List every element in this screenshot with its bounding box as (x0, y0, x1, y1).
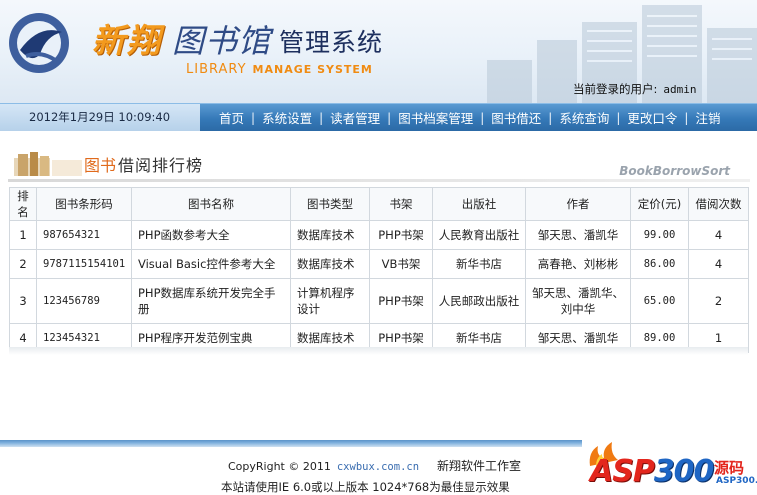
nav-separator: | (319, 110, 324, 125)
table-row: 3 123456789 PHP数据库系统开发完全手册 计算机程序设计 PHP书架… (9, 278, 749, 324)
browser-tip: 本站请使用IE 6.0或以上版本 1024*768为最佳显示效果 (221, 480, 510, 494)
section-english-title: BookBorrowSort (619, 164, 730, 178)
price-cell: 86.00 (630, 249, 689, 279)
copyright-line: CopyRight © 2011 cxwbux.com.cn 新翔软件工作室 (228, 457, 521, 474)
section-title-highlight: 图书 (84, 156, 117, 175)
rank-cell: 3 (9, 278, 37, 324)
subtitle-system: MANAGE SYSTEM (252, 63, 373, 76)
nav-menu: 首页 | 系统设置 | 读者管理 | 图书档案管理 | 图书借还 | 系统查询 … (212, 104, 727, 131)
studio-name: 新翔软件工作室 (437, 459, 522, 473)
column-header: 出版社 (432, 187, 526, 221)
borrow-ranking-table: 排名 图书条形码 图书名称 图书类型 书架 出版社 作者 定价(元) 借阅次数 … (9, 187, 749, 353)
nav-item-system-query[interactable]: 系统查询 (552, 108, 616, 127)
table-header-row: 排名 图书条形码 图书名称 图书类型 书架 出版社 作者 定价(元) 借阅次数 (9, 187, 749, 221)
publisher-cell: 人民邮政出版社 (432, 278, 526, 324)
watermark-num-text: 300 (653, 454, 715, 489)
system-logo-title: 新翔 图书馆 管理系统 (92, 18, 383, 62)
nav-item-system-settings[interactable]: 系统设置 (255, 108, 319, 127)
nav-item-reader-management[interactable]: 读者管理 (323, 108, 387, 127)
rank-cell: 1 (9, 220, 37, 250)
nav-item-book-archive[interactable]: 图书档案管理 (391, 108, 480, 127)
brand-name: 新翔 (92, 21, 162, 60)
nav-separator: | (480, 110, 485, 125)
login-label: 当前登录的用户: (573, 82, 658, 96)
publisher-cell: 新华书店 (432, 249, 526, 279)
nav-item-logout[interactable]: 注销 (688, 108, 727, 127)
copyright-text: CopyRight © 2011 (228, 460, 331, 473)
table-shadow (9, 347, 748, 355)
library-name: 图书馆 (172, 22, 272, 60)
watermark-asp: ASP300 (590, 454, 715, 489)
nav-item-home[interactable]: 首页 (212, 108, 251, 127)
book-name-cell: PHP函数参考大全 (131, 220, 291, 250)
login-user: admin (663, 83, 697, 96)
nav-separator: | (387, 110, 392, 125)
book-type-cell: 计算机程序设计 (290, 278, 370, 324)
nav-separator: | (251, 110, 256, 125)
column-header: 作者 (525, 187, 631, 221)
site-link[interactable]: cxwbux.com.cn (337, 461, 419, 473)
barcode-cell: 987654321 (36, 220, 132, 250)
book-type-cell: 数据库技术 (290, 220, 370, 250)
book-name-cell: PHP数据库系统开发完全手册 (131, 278, 291, 324)
system-name: 管理系统 (279, 28, 384, 57)
author-cell: 邹天思、潘凯华、刘中华 (525, 278, 631, 324)
rank-cell: 2 (9, 249, 37, 279)
bookshelf-cell: PHP书架 (369, 278, 433, 324)
footer-divider (0, 440, 582, 447)
nav-item-borrow-return[interactable]: 图书借还 (484, 108, 548, 127)
nav-separator: | (548, 110, 553, 125)
section-header: 图书 借阅排行榜 BookBorrowSort (8, 146, 750, 182)
column-header: 排名 (9, 187, 37, 221)
watermark-domain: ASP300.com (716, 476, 757, 486)
header-banner: 新翔 图书馆 管理系统 LIBRARY MANAGE SYSTEM 当前登录的用户… (0, 0, 757, 103)
system-subtitle: LIBRARY MANAGE SYSTEM (186, 62, 373, 77)
main-navbar: 2012年1月29日 10:09:40 首页 | 系统设置 | 读者管理 | 图… (0, 103, 757, 131)
library-emblem-icon (9, 13, 69, 73)
book-type-cell: 数据库技术 (290, 249, 370, 279)
table-row: 1 987654321 PHP函数参考大全 数据库技术 PHP书架 人民教育出版… (9, 220, 749, 250)
borrow-count-cell: 2 (688, 278, 749, 324)
column-header: 图书名称 (131, 187, 291, 221)
watermark-cn: 源码 (714, 459, 745, 477)
price-cell: 65.00 (630, 278, 689, 324)
current-datetime: 2012年1月29日 10:09:40 (0, 104, 200, 131)
nav-item-change-password[interactable]: 更改口令 (620, 108, 684, 127)
column-header: 图书条形码 (36, 187, 132, 221)
barcode-cell: 123456789 (36, 278, 132, 324)
column-header: 图书类型 (290, 187, 370, 221)
column-header: 定价(元) (630, 187, 689, 221)
borrow-count-cell: 4 (688, 220, 749, 250)
login-info: 当前登录的用户: admin (573, 81, 697, 97)
barcode-cell: 9787115154101 (36, 249, 132, 279)
book-name-cell: Visual Basic控件参考大全 (131, 249, 291, 279)
watermark-asp-text: ASP (590, 454, 655, 489)
bookshelf-cell: PHP书架 (369, 220, 433, 250)
publisher-cell: 人民教育出版社 (432, 220, 526, 250)
column-header: 书架 (369, 187, 433, 221)
table-row: 2 9787115154101 Visual Basic控件参考大全 数据库技术… (9, 249, 749, 279)
nav-separator: | (684, 110, 689, 125)
subtitle-library: LIBRARY (186, 62, 247, 77)
section-title: 借阅排行榜 (118, 156, 204, 175)
book-stack-icon (14, 152, 82, 176)
asp300-logo: ASP300 源码 ASP300.com (584, 438, 757, 495)
column-header: 借阅次数 (688, 187, 749, 221)
author-cell: 高春艳、刘彬彬 (525, 249, 631, 279)
bookshelf-cell: VB书架 (369, 249, 433, 279)
nav-separator: | (616, 110, 621, 125)
section-divider (8, 179, 750, 182)
price-cell: 99.00 (630, 220, 689, 250)
borrow-count-cell: 4 (688, 249, 749, 279)
author-cell: 邹天思、潘凯华 (525, 220, 631, 250)
